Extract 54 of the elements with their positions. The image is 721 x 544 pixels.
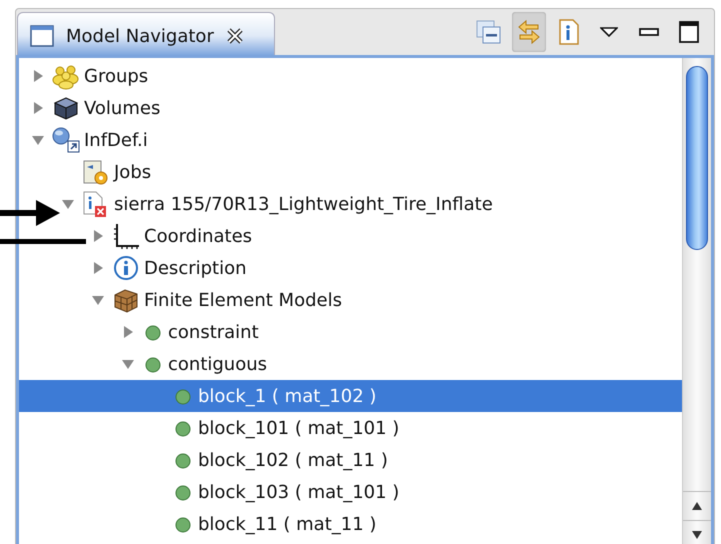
- tree-item-label: Finite Element Models: [144, 290, 342, 310]
- collapse-all-icon: [475, 18, 503, 46]
- tree-item-label: block_103 ( mat_101 ): [198, 482, 400, 502]
- tree-item[interactable]: block_101 ( mat_101 ): [19, 412, 682, 444]
- scroll-thumb[interactable]: [686, 66, 708, 250]
- collapsed-triangle-icon[interactable]: [31, 101, 45, 115]
- tree-item[interactable]: contiguous: [19, 348, 682, 380]
- tree-item[interactable]: Volumes: [19, 92, 682, 124]
- tree-item-label: contiguous: [168, 354, 268, 374]
- dropdown-icon: [600, 27, 618, 37]
- tree-item[interactable]: Coordinates: [19, 220, 682, 252]
- info-icon: [111, 254, 141, 282]
- tree-item[interactable]: InfDef.i: [19, 124, 682, 156]
- scrollbar[interactable]: [682, 58, 711, 544]
- tree-item-label: Coordinates: [144, 226, 252, 246]
- tree-item[interactable]: Finite Element Models: [19, 284, 682, 316]
- view-title: Model Navigator: [66, 26, 214, 46]
- tree-item[interactable]: block_1 ( mat_102 ): [19, 380, 682, 412]
- collapsed-triangle-icon[interactable]: [91, 229, 105, 243]
- tree-item-label: Description: [144, 258, 247, 278]
- expanded-triangle-icon[interactable]: [91, 293, 105, 307]
- collapsed-triangle-icon[interactable]: [91, 261, 105, 275]
- tree-item-label: block_1 ( mat_102 ): [198, 386, 376, 406]
- tree-item-label: sierra 155/70R13_Lightweight_Tire_Inflate: [114, 194, 493, 214]
- axes-icon: [111, 222, 141, 250]
- tree-item-label: Jobs: [114, 162, 152, 182]
- tree-item-label: constraint: [168, 322, 259, 342]
- tree-item[interactable]: block_11 ( mat_11 ): [19, 508, 682, 540]
- tree-item[interactable]: constraint: [19, 316, 682, 348]
- tree-item-label: block_11 ( mat_11 ): [198, 514, 376, 534]
- sphere-shortcut-icon: [51, 126, 81, 154]
- expanded-triangle-icon[interactable]: [121, 357, 135, 371]
- window-icon: [30, 25, 54, 47]
- expanded-triangle-icon[interactable]: [61, 197, 75, 211]
- tree-item-label: InfDef.i: [84, 130, 148, 150]
- tree-item-label: Volumes: [84, 98, 160, 118]
- tree-item-label: block_102 ( mat_11 ): [198, 450, 388, 470]
- tree-item[interactable]: Groups: [19, 60, 682, 92]
- tree-item[interactable]: Description: [19, 252, 682, 284]
- collapsed-triangle-icon[interactable]: [31, 69, 45, 83]
- tree-item[interactable]: Jobs: [19, 156, 682, 188]
- tree-item-label: block_101 ( mat_101 ): [198, 418, 400, 438]
- tree-item[interactable]: sierra 155/70R13_Lightweight_Tire_Inflate: [19, 188, 682, 220]
- minimize-icon: [639, 28, 659, 36]
- tree-item-label: Groups: [84, 66, 148, 86]
- expanded-triangle-icon[interactable]: [31, 133, 45, 147]
- close-icon[interactable]: [226, 27, 244, 45]
- view-tab[interactable]: Model Navigator: [17, 12, 275, 55]
- arrow: [0, 200, 60, 226]
- down-triangle-icon: [691, 530, 703, 540]
- up-triangle-icon: [691, 501, 703, 511]
- collapsed-triangle-icon[interactable]: [121, 325, 135, 339]
- tree-item[interactable]: block_103 ( mat_101 ): [19, 476, 682, 508]
- tree-item[interactable]: block_102 ( mat_11 ): [19, 444, 682, 476]
